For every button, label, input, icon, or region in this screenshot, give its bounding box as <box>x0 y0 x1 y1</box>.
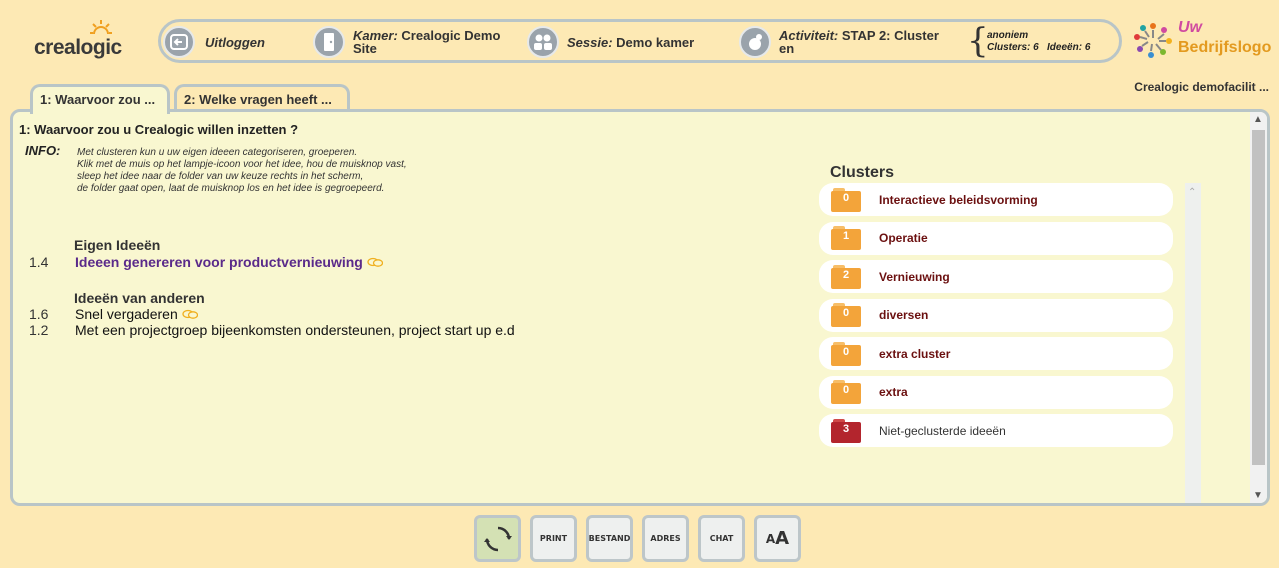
info-line: de folder gaat open, laat de muisknop lo… <box>77 183 385 194</box>
cluster-item[interactable]: 1 Operatie <box>819 221 1173 255</box>
company-logo: Uw Bedrijfslogo <box>1130 18 1275 64</box>
scroll-thumb[interactable] <box>1252 130 1265 465</box>
refresh-icon <box>483 526 512 551</box>
bottom-toolbar: PRINT BESTAND ADRES CHAT AA <box>474 515 801 562</box>
session-bar: Uitloggen Kamer: Crealogic Demo Site Ses… <box>158 19 1122 63</box>
chevron-up-icon[interactable]: ⌃ <box>1188 187 1196 198</box>
folder-icon: 2 <box>831 264 861 289</box>
group-icon <box>527 26 559 58</box>
clusters-count: Clusters: 6 <box>987 42 1039 53</box>
company-logo-line1: Uw <box>1178 19 1202 36</box>
sun-icon <box>90 20 112 35</box>
idea-text: Ideeen genereren voor productvernieuwing <box>75 254 363 270</box>
logout-label: Uitloggen <box>205 34 265 50</box>
info-line: Met clusteren kun u uw eigen ideeen cate… <box>77 147 358 158</box>
info-label: INFO: <box>25 143 61 158</box>
idea-text: Snel vergaderen <box>75 306 178 322</box>
room-value: Crealogic Demo <box>401 28 501 43</box>
activity-value-2: en <box>779 41 795 56</box>
list-item[interactable]: 1.6 Snel vergaderen <box>29 306 198 322</box>
cluster-item[interactable]: 0 diversen <box>819 298 1173 332</box>
facility-name: Crealogic demofacilit ... <box>1134 80 1269 94</box>
folder-icon: 0 <box>831 187 861 212</box>
cluster-scrollbar[interactable]: ⌃ <box>1185 183 1201 503</box>
cluster-item[interactable]: 0 extra <box>819 375 1173 409</box>
cluster-item[interactable]: 0 Interactieve beleidsvorming <box>819 183 1173 216</box>
file-button[interactable]: BESTAND <box>586 515 633 562</box>
scroll-down-icon[interactable]: ▼ <box>1253 490 1263 501</box>
activity-info: Activiteit: STAP 2: Cluster en <box>739 25 939 59</box>
logout-button[interactable]: Uitloggen <box>163 25 265 59</box>
folder-icon: 0 <box>831 380 861 404</box>
info-line: sleep het idee naar de folder van uw keu… <box>77 171 364 182</box>
logo-text: crealogic <box>34 36 122 59</box>
idea-number: 1.4 <box>29 254 49 270</box>
activity-value: STAP 2: Cluster <box>841 28 939 43</box>
other-ideas-heading: Ideeën van anderen <box>74 290 205 306</box>
cluster-name: Vernieuwing <box>879 269 950 284</box>
cluster-list: 0 Interactieve beleidsvorming 1 Operatie… <box>819 183 1173 453</box>
cluster-name: Niet-geclusterde ideeën <box>879 423 1006 438</box>
cluster-name: extra cluster <box>879 346 951 361</box>
folder-icon: 3 <box>831 418 861 443</box>
clusters-title: Clusters <box>830 164 895 181</box>
logout-icon <box>163 26 195 58</box>
cluster-count: 0 <box>842 384 850 396</box>
comment-bubble-icon[interactable] <box>182 309 198 320</box>
brace-symbol: { <box>967 21 989 61</box>
company-logo-line2: Bedrijfslogo <box>1178 39 1272 56</box>
folder-icon: 0 <box>831 303 861 327</box>
folder-icon: 1 <box>831 226 861 250</box>
tab-question-2[interactable]: 2: Welke vragen heeft ... <box>174 84 350 112</box>
cluster-name: Interactieve beleidsvorming <box>879 192 1038 207</box>
cluster-count: 0 <box>842 191 850 204</box>
room-info: Kamer: Crealogic Demo Site <box>313 25 500 59</box>
comment-bubble-icon[interactable] <box>367 257 383 268</box>
list-item[interactable]: 1.4 Ideeen genereren voor productvernieu… <box>29 254 383 270</box>
idea-number: 1.2 <box>29 322 49 338</box>
session-stats: anoniem Clusters: 6 Ideeën: 6 <box>987 30 1090 54</box>
chat-button[interactable]: CHAT <box>698 515 745 562</box>
cluster-name: diversen <box>879 308 929 322</box>
crealogic-logo: crealogic <box>34 20 134 62</box>
folder-icon: 0 <box>831 341 861 366</box>
cluster-item[interactable]: 0 extra cluster <box>819 337 1173 370</box>
cluster-item[interactable]: 2 Vernieuwing <box>819 260 1173 293</box>
cluster-count: 2 <box>842 268 850 281</box>
people-circle-icon <box>1134 23 1172 58</box>
tab-question-1[interactable]: 1: Waarvoor zou ... <box>30 84 170 114</box>
session-value: Demo kamer <box>616 34 695 50</box>
unclustered-item[interactable]: 3 Niet-geclusterde ideeën <box>819 414 1173 447</box>
user-name: anoniem <box>987 30 1029 41</box>
panel-scrollbar[interactable]: ▲ ▼ <box>1250 112 1267 503</box>
ideas-count: Ideeën: 6 <box>1047 42 1091 53</box>
room-value-2: Site <box>353 41 377 56</box>
scroll-up-icon[interactable]: ▲ <box>1253 114 1263 125</box>
cluster-name: extra <box>879 385 908 399</box>
list-item[interactable]: 1.2 Met een projectgroep bijeenkomsten o… <box>29 322 515 338</box>
cluster-name: Operatie <box>879 231 928 245</box>
door-icon <box>313 26 345 58</box>
font-size-button[interactable]: AA <box>754 515 801 562</box>
activity-icon <box>739 26 771 58</box>
cluster-count: 0 <box>842 307 850 319</box>
own-ideas-heading: Eigen Ideeën <box>74 237 161 253</box>
idea-text: Met een projectgroep bijeenkomsten onder… <box>75 322 515 338</box>
idea-number: 1.6 <box>29 306 49 322</box>
font-small-label: A <box>765 531 776 546</box>
address-button[interactable]: ADRES <box>642 515 689 562</box>
font-large-label: A <box>775 528 790 549</box>
question-title: 1: Waarvoor zou u Crealogic willen inzet… <box>19 122 299 137</box>
cluster-count: 1 <box>842 230 850 242</box>
refresh-button[interactable] <box>474 515 521 562</box>
print-button[interactable]: PRINT <box>530 515 577 562</box>
cluster-count: 0 <box>842 345 850 358</box>
info-text: Met clusteren kun u uw eigen ideeen cate… <box>77 147 407 195</box>
session-info: Sessie: Demo kamer <box>527 25 694 59</box>
session-label: Sessie: <box>567 34 613 50</box>
info-line: Klik met de muis op het lampje-icoon voo… <box>77 159 407 170</box>
question-panel: 1: Waarvoor zou u Crealogic willen inzet… <box>10 109 1270 506</box>
cluster-count: 3 <box>842 422 850 435</box>
